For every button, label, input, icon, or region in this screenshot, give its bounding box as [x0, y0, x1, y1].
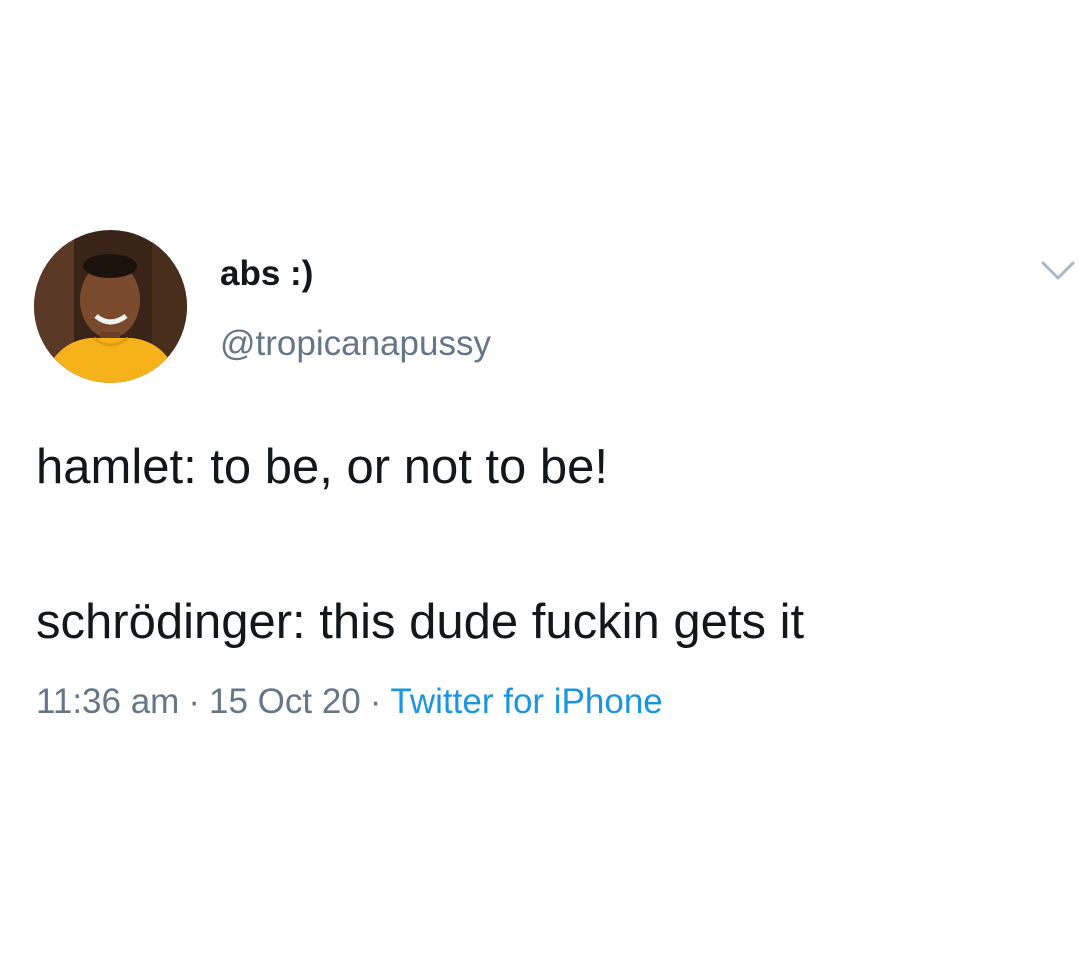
- tweet-text-line: schrödinger: this dude fuckin gets it: [36, 595, 805, 649]
- author-display-name[interactable]: abs :): [220, 252, 313, 296]
- tweet-date[interactable]: 15 Oct 20: [209, 682, 361, 721]
- chevron-down-icon: [1041, 261, 1075, 280]
- profile-photo-icon: [34, 230, 187, 383]
- tweet-menu-button[interactable]: [1040, 258, 1076, 284]
- author-handle[interactable]: @tropicanapussy: [220, 322, 491, 366]
- meta-separator: ·: [369, 682, 382, 721]
- tweet-card: abs :) @tropicanapussy hamlet: to be, or…: [0, 0, 1080, 961]
- tweet-source-link[interactable]: Twitter for iPhone: [390, 682, 662, 721]
- tweet-meta: 11:36 am · 15 Oct 20 · Twitter for iPhone: [36, 680, 663, 724]
- tweet-text-line: hamlet: to be, or not to be!: [36, 440, 609, 494]
- author-avatar[interactable]: [34, 230, 187, 383]
- tweet-time[interactable]: 11:36 am: [36, 682, 179, 721]
- meta-separator: ·: [188, 682, 200, 721]
